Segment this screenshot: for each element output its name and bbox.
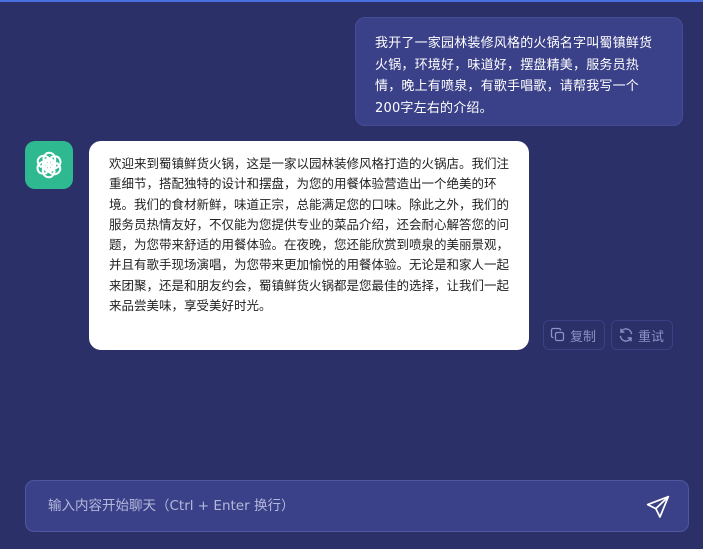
bot-avatar — [25, 141, 73, 189]
bot-message-bubble: 欢迎来到蜀镇鲜货火锅，这是一家以园林装修风格打造的火锅店。我们注重细节，搭配独特… — [89, 141, 529, 350]
user-message-text: 我开了一家园林装修风格的火锅名字叫蜀镇鲜货火锅，环境好，味道好，摆盘精美，服务员… — [375, 36, 653, 116]
composer — [25, 480, 689, 532]
send-icon — [646, 495, 670, 518]
chat-input[interactable] — [40, 481, 630, 531]
copy-icon — [550, 327, 565, 342]
chat-app: 我开了一家园林装修风格的火锅名字叫蜀镇鲜货火锅，环境好，味道好，摆盘精美，服务员… — [0, 0, 703, 549]
bot-message-text: 欢迎来到蜀镇鲜货火锅，这是一家以园林装修风格打造的火锅店。我们注重细节，搭配独特… — [109, 156, 510, 314]
retry-button[interactable]: 重试 — [611, 320, 673, 350]
copy-button[interactable]: 复制 — [543, 320, 605, 350]
top-accent-bar — [0, 0, 703, 2]
copy-button-label: 复制 — [570, 329, 597, 345]
retry-button-label: 重试 — [638, 329, 665, 345]
user-message-bubble: 我开了一家园林装修风格的火锅名字叫蜀镇鲜货火锅，环境好，味道好，摆盘精美，服务员… — [355, 17, 683, 126]
openai-logo-icon — [34, 151, 64, 179]
refresh-icon — [619, 328, 633, 342]
send-button[interactable] — [644, 493, 672, 521]
